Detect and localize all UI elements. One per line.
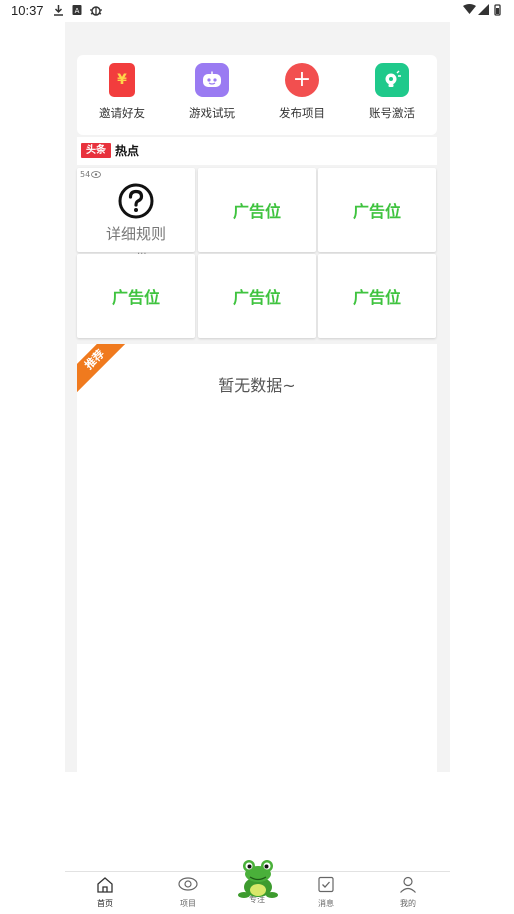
game-trial-button[interactable]: 游戏试玩 — [172, 63, 252, 129]
tab-home-label: 首页 — [97, 899, 113, 908]
storage-icon: A — [72, 5, 82, 15]
wifi-icon — [463, 4, 476, 14]
ad-slot-5[interactable]: 广告位 — [318, 254, 436, 338]
quick-menu: ¥ 邀请好友 游戏试玩 + 发布项目 账号激活 — [77, 55, 437, 135]
tab-messages[interactable]: 消息 — [296, 876, 356, 909]
download-icon — [54, 5, 63, 16]
game-trial-label: 游戏试玩 — [189, 106, 235, 120]
red-envelope-icon: ¥ — [109, 63, 135, 97]
tab-projects[interactable]: 项目 — [158, 876, 218, 909]
toutiao-logo: 头条 — [81, 143, 111, 158]
eye-small-icon — [91, 171, 102, 178]
bug-icon — [90, 6, 102, 16]
ad-slot-label: 广告位 — [352, 202, 401, 221]
eye-icon — [178, 877, 198, 891]
ad-slot-label: 广告位 — [111, 288, 160, 307]
plus-circle-icon: + — [285, 63, 319, 97]
checkbox-icon — [318, 876, 334, 893]
publish-project-label: 发布项目 — [279, 106, 325, 120]
status-bar: 10:37 A — [0, 0, 514, 22]
signal-icon — [478, 4, 489, 15]
recommend-panel: 推荐 暂无数据~ — [77, 344, 437, 772]
frog-icon[interactable] — [236, 857, 280, 901]
game-robot-icon — [195, 63, 229, 97]
ad-slot-2[interactable]: 广告位 — [318, 168, 436, 252]
publish-project-button[interactable]: + 发布项目 — [262, 63, 342, 129]
home-icon — [97, 877, 113, 893]
rules-label: 详细规则 — [105, 224, 166, 243]
question-circle-icon — [118, 183, 154, 218]
lightbulb-icon — [375, 63, 409, 97]
status-time: 10:37 — [11, 3, 44, 18]
ad-slot-4[interactable]: 广告位 — [198, 254, 316, 338]
account-activate-label: 账号激活 — [369, 106, 415, 120]
ad-slot-3[interactable]: 广告位 — [77, 254, 195, 338]
battery-icon — [494, 4, 501, 16]
tab-messages-label: 消息 — [318, 899, 334, 908]
tab-profile-label: 我的 — [400, 899, 416, 908]
empty-state-text: 暂无数据~ — [218, 376, 296, 395]
account-activate-button[interactable]: 账号激活 — [352, 63, 432, 129]
ad-slot-1[interactable]: 广告位 — [198, 168, 316, 252]
tab-profile[interactable]: 我的 — [378, 876, 438, 909]
svg-text:A: A — [75, 7, 80, 15]
ad-slot-label: 广告位 — [352, 288, 401, 307]
hot-title: 热点 — [115, 144, 140, 158]
user-icon — [400, 876, 416, 893]
tab-home[interactable]: 首页 — [75, 876, 135, 909]
invite-friends-label: 邀请好友 — [99, 106, 145, 120]
ad-slot-label: 广告位 — [232, 288, 281, 307]
ad-slot-label: 广告位 — [232, 202, 281, 221]
tab-projects-label: 项目 — [180, 899, 196, 908]
rules-card[interactable]: 54 详细规则 — [77, 168, 195, 252]
view-count: 54 — [80, 170, 102, 179]
hot-section-header: 头条 热点 — [77, 137, 437, 165]
invite-friends-button[interactable]: ¥ 邀请好友 — [82, 63, 162, 129]
